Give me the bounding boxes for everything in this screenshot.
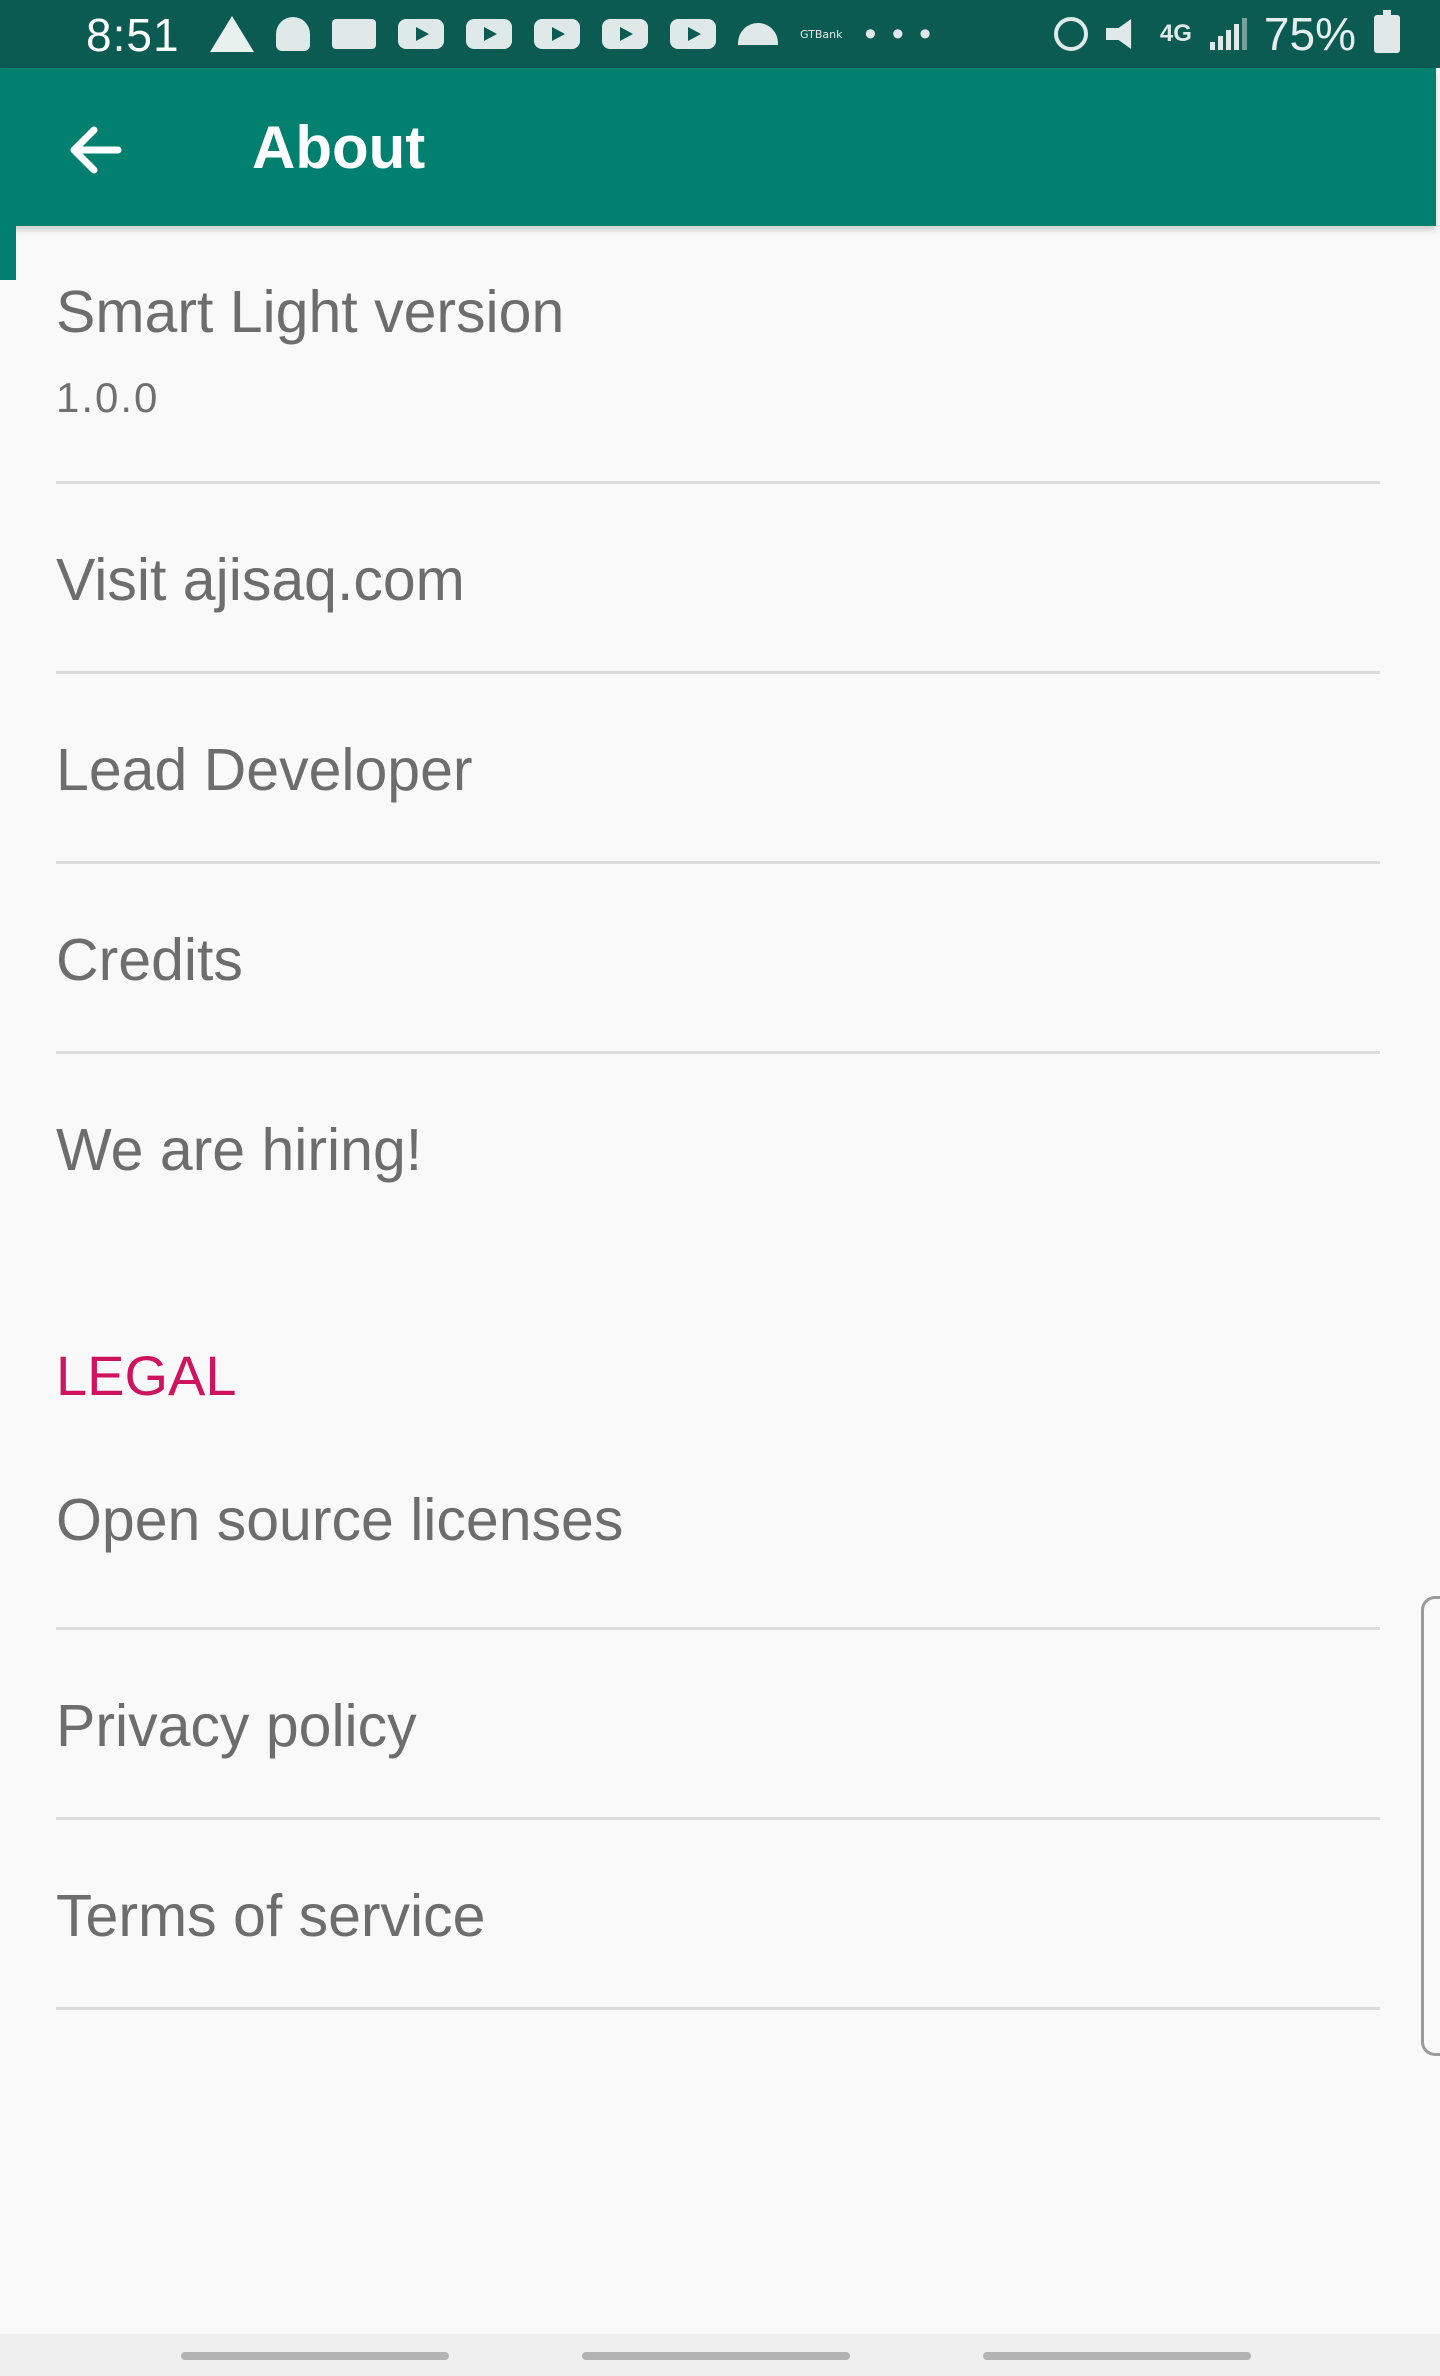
- toolbar-notch: [0, 226, 16, 280]
- lead-developer-item[interactable]: Lead Developer: [56, 674, 1380, 861]
- youtube-icon: [398, 19, 444, 49]
- arrow-back-icon: [70, 126, 122, 174]
- signal-icon: [1209, 18, 1247, 50]
- status-time: 8:51: [86, 9, 180, 61]
- terms-of-service-label: Terms of service: [56, 1883, 486, 1949]
- legal-category: LEGAL: [56, 1244, 1380, 1440]
- version-item[interactable]: Smart Light version 1.0.0: [56, 226, 1380, 481]
- credits-item[interactable]: Credits: [56, 864, 1380, 1051]
- visit-website-item[interactable]: Visit ajisaq.com: [56, 484, 1380, 671]
- gtbank-icon: GTBank: [800, 27, 843, 41]
- alarm-icon: [1053, 17, 1088, 51]
- visit-website-label: Visit ajisaq.com: [56, 547, 465, 613]
- warning-icon: [210, 16, 254, 52]
- snapchat-icon: [276, 17, 310, 51]
- version-value: 1.0.0: [56, 374, 160, 421]
- youtube-icon: [534, 19, 580, 49]
- lead-developer-label: Lead Developer: [56, 737, 473, 803]
- scroll-handle[interactable]: [1421, 1596, 1440, 2056]
- youtube-icon: [466, 19, 512, 49]
- terms-of-service-item[interactable]: Terms of service: [56, 1820, 1380, 2007]
- chat-icon: [332, 19, 376, 49]
- back-nav-button[interactable]: [983, 2352, 1251, 2360]
- page-title: About: [252, 114, 426, 181]
- version-title: Smart Light version: [56, 279, 565, 345]
- divider: [56, 2007, 1380, 2010]
- weather-icon: [738, 23, 778, 45]
- system-icons: 4G 75%: [1036, 8, 1400, 60]
- back-button[interactable]: [56, 110, 136, 190]
- credits-label: Credits: [56, 927, 243, 993]
- youtube-icon: [602, 19, 648, 49]
- legal-category-header: LEGAL: [56, 1344, 237, 1407]
- privacy-policy-label: Privacy policy: [56, 1693, 417, 1759]
- youtube-icon: [670, 19, 716, 49]
- open-source-licenses-label: Open source licenses: [56, 1487, 624, 1553]
- notification-icons: GTBank • • •: [210, 14, 956, 54]
- app-toolbar: About: [0, 68, 1436, 226]
- privacy-policy-item[interactable]: Privacy policy: [56, 1630, 1380, 1817]
- open-source-licenses-item[interactable]: Open source licenses: [56, 1440, 1380, 1627]
- home-button[interactable]: [582, 2352, 850, 2360]
- more-dots-icon: • • •: [864, 15, 935, 53]
- about-preferences-list: Smart Light version 1.0.0 Visit ajisaq.c…: [56, 226, 1380, 2010]
- mute-icon: [1105, 19, 1132, 49]
- data-transfer-icon: 4G: [1159, 20, 1192, 47]
- battery-charging-icon: [1374, 10, 1400, 53]
- hiring-label: We are hiring!: [56, 1117, 423, 1183]
- navigation-bar: [0, 2334, 1440, 2376]
- status-bar: 8:51 GTBank • • • 4G 75%: [0, 0, 1440, 68]
- recents-button[interactable]: [181, 2352, 449, 2360]
- battery-percentage: 75%: [1263, 8, 1356, 60]
- hiring-item[interactable]: We are hiring!: [56, 1054, 1380, 1244]
